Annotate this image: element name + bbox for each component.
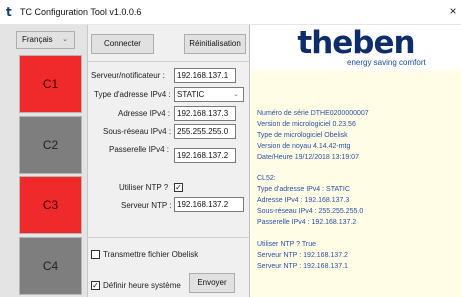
device-info-panel: theben energy saving comfort Numéro de s… — [251, 25, 461, 297]
info-line: Serveur NTP : 192.168.137.1 — [257, 263, 348, 270]
subnet-input[interactable]: 255.255.255.0 — [174, 124, 236, 139]
address-type-label: Type d'adresse IPv4 : — [94, 90, 171, 99]
brand-logo: theben energy saving comfort — [251, 25, 461, 71]
gateway-label: Passerelle IPv4 : — [109, 145, 170, 154]
ntp-server-input[interactable]: 192.168.137.2 — [174, 197, 244, 212]
connection-toolbar: Connecter Réinitialisation — [88, 25, 250, 62]
info-line: Passerelle IPv4 : 192.168.137.2 — [257, 219, 357, 226]
ntp-server-label: Serveur NTP : — [121, 201, 172, 210]
server-input[interactable]: 192.168.137.1 — [174, 68, 236, 83]
app-logo-icon: t — [6, 5, 12, 19]
channel-button-c4[interactable]: C4 — [19, 237, 82, 295]
checkmark-icon: ✓ — [175, 183, 182, 192]
info-line: Type de micrologiciel Obelisk — [257, 132, 348, 139]
set-time-checkbox[interactable]: ✓ — [91, 281, 100, 290]
close-icon[interactable]: × — [445, 3, 461, 19]
ipv4-address-input[interactable]: 192.168.137.3 — [174, 106, 236, 121]
send-obelisk-checkbox[interactable] — [91, 250, 100, 259]
channel-button-c3[interactable]: C3 — [19, 176, 82, 234]
address-type-select[interactable]: STATIC ⌄ — [174, 87, 244, 102]
chevron-down-icon: ⌄ — [233, 91, 239, 98]
send-obelisk-label: Transmettre fichier Obelisk — [103, 250, 199, 259]
gateway-input[interactable]: 192.168.137.2 — [174, 148, 236, 163]
brand-tagline: energy saving comfort — [347, 58, 426, 67]
info-line: Numéro de série DTHE0200000007 — [257, 110, 369, 117]
info-line: CL52: — [257, 175, 276, 182]
checkmark-icon: ✓ — [92, 281, 99, 290]
info-line: Version de micrologiciel 0.23.56 — [257, 121, 356, 128]
send-button[interactable]: Envoyer — [189, 273, 235, 293]
ipv4-address-label: Adresse IPv4 : — [118, 109, 171, 118]
info-line: Sous-réseau IPv4 : 255.255.255.0 — [257, 208, 364, 215]
set-time-label: Définir heure système — [103, 281, 181, 290]
channel-sidebar: Français ⌄ C1 C2 C3 C4 — [0, 25, 88, 297]
info-line: Serveur NTP : 192.168.137.2 — [257, 252, 348, 259]
network-form: Serveur/notificateur : 192.168.137.1 Typ… — [88, 63, 250, 238]
info-line: Version de noyau 4.14.42-mtg — [257, 143, 351, 150]
reset-button[interactable]: Réinitialisation — [184, 34, 246, 54]
server-label: Serveur/notificateur : — [91, 71, 165, 80]
info-line: Utiliser NTP ? True — [257, 241, 316, 248]
subnet-label: Sous-réseau IPv4 : — [103, 127, 172, 136]
info-line: Type d'adresse IPv4 : STATIC — [257, 186, 350, 193]
use-ntp-checkbox[interactable]: ✓ — [174, 183, 183, 192]
window-title: TC Configuration Tool v1.0.0.6 — [20, 7, 142, 17]
brand-name: theben — [297, 25, 415, 61]
info-line: Adresse IPv4 : 192.168.137.3 — [257, 197, 350, 204]
language-value: Français — [22, 35, 53, 44]
config-panel: Connecter Réinitialisation Serveur/notif… — [88, 25, 250, 297]
info-line: Date/Heure 19/12/2018 13:19:07 — [257, 154, 359, 161]
channel-button-c2[interactable]: C2 — [19, 116, 82, 174]
use-ntp-label: Utiliser NTP ? — [119, 183, 169, 192]
address-type-value: STATIC — [177, 90, 205, 99]
title-bar: t TC Configuration Tool v1.0.0.6 × — [0, 0, 461, 25]
chevron-down-icon: ⌄ — [62, 36, 68, 43]
connect-button[interactable]: Connecter — [91, 34, 154, 54]
language-select[interactable]: Français ⌄ — [16, 31, 75, 49]
channel-button-c1[interactable]: C1 — [19, 55, 82, 113]
transfer-options: Transmettre fichier Obelisk ✓ Définir he… — [88, 237, 250, 297]
